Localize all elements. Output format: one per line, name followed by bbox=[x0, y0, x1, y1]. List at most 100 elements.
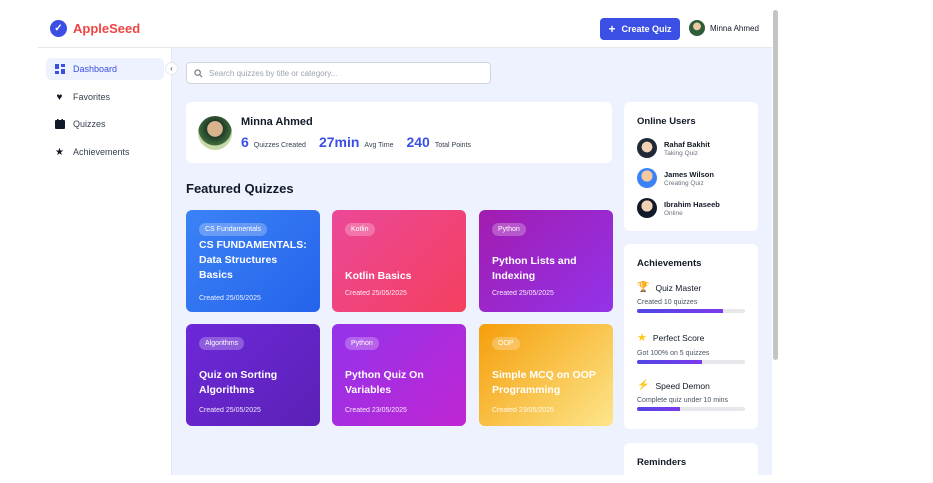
quiz-title: CS FUNDAMENTALS: Data Structures Basics bbox=[199, 239, 307, 281]
achievement-desc: Got 100% on 5 quizzes bbox=[637, 350, 710, 357]
sidebar-item-favorites[interactable]: ♥ Favorites bbox=[46, 86, 164, 108]
quiz-card[interactable]: Kotlin Kotlin Basics Created 25/05/2025 bbox=[332, 210, 466, 312]
online-user[interactable]: Ibrahim Haseeb Online bbox=[637, 198, 720, 218]
achievement-progress bbox=[637, 407, 745, 411]
scrollbar[interactable] bbox=[773, 10, 778, 360]
quiz-card[interactable]: CS Fundamentals CS FUNDAMENTALS: Data St… bbox=[186, 210, 320, 312]
stat-label: Quizzes Created bbox=[253, 142, 306, 149]
quiz-date: Created 23/05/2025 bbox=[492, 407, 554, 414]
quiz-title: Kotlin Basics bbox=[345, 270, 412, 282]
quiz-date: Created 23/05/2025 bbox=[345, 407, 407, 414]
user-status: Online bbox=[664, 209, 683, 217]
top-bar: ✓ AppleSeed + Create Quiz Minna Ahmed bbox=[38, 10, 772, 48]
calendar-icon bbox=[54, 119, 65, 130]
achievement-desc: Complete quiz under 10 mins bbox=[637, 397, 729, 404]
panel-title: Online Users bbox=[637, 116, 696, 127]
quiz-date: Created 25/05/2025 bbox=[345, 290, 407, 297]
search-icon bbox=[194, 68, 203, 77]
quiz-date: Created 25/05/2025 bbox=[199, 295, 261, 302]
profile-name: Minna Ahmed bbox=[241, 116, 313, 128]
quiz-tag: Python bbox=[345, 337, 379, 350]
quiz-tag: Kotlin bbox=[345, 223, 375, 236]
quiz-tag: OOP bbox=[492, 337, 520, 350]
stat-value: 240 bbox=[406, 134, 430, 150]
plus-icon: + bbox=[608, 22, 616, 36]
stat-label: Total Points bbox=[434, 142, 472, 149]
sidebar: Dashboard ♥ Favorites Quizzes ★ Achievem… bbox=[38, 48, 172, 475]
quiz-title: Quiz on Sorting Algorithms bbox=[199, 369, 278, 396]
sidebar-item-label: Quizzes bbox=[73, 119, 106, 129]
star-icon: ★ bbox=[55, 146, 64, 158]
sidebar-item-quizzes[interactable]: Quizzes bbox=[46, 113, 164, 135]
search-input[interactable]: Search quizzes by title or category... bbox=[186, 62, 491, 84]
stat-value: 27min bbox=[318, 134, 360, 150]
quiz-tag: Algorithms bbox=[199, 337, 245, 350]
achievements-panel: Achievements 🏆 Quiz Master Created 10 qu… bbox=[624, 244, 758, 429]
avatar bbox=[637, 168, 657, 188]
sidebar-item-achievements[interactable]: ★ Achievements bbox=[46, 141, 164, 163]
user-name: James Wilson bbox=[664, 169, 714, 179]
star-icon: ★ bbox=[637, 332, 647, 344]
achievement-item: ⚡ Speed Demon Complete quiz under 10 min… bbox=[637, 380, 745, 411]
quiz-title: Simple MCQ on OOP Programming bbox=[492, 369, 596, 396]
quiz-title: Python Quiz On Variables bbox=[345, 369, 424, 396]
user-name: Rahaf Bakhit bbox=[664, 139, 710, 149]
app-name: AppleSeed bbox=[73, 21, 141, 36]
quiz-date: Created 25/05/2025 bbox=[199, 407, 261, 414]
dashboard-icon bbox=[54, 64, 65, 75]
create-quiz-button[interactable]: + Create Quiz bbox=[600, 18, 680, 40]
avatar bbox=[198, 116, 232, 150]
quiz-card[interactable]: Algorithms Quiz on Sorting Algorithms Cr… bbox=[186, 324, 320, 426]
quiz-title: Python Lists and Indexing bbox=[492, 255, 577, 282]
lightning-icon: ⚡ bbox=[637, 380, 650, 391]
search-placeholder: Search quizzes by title or category... bbox=[209, 68, 338, 78]
sidebar-item-label: Dashboard bbox=[73, 64, 118, 74]
user-status: Creating Quiz bbox=[664, 179, 704, 187]
reminders-panel: Reminders bbox=[624, 443, 758, 475]
user-name: Ibrahim Haseeb bbox=[664, 199, 720, 209]
achievement-progress bbox=[637, 309, 745, 313]
online-user[interactable]: James Wilson Creating Quiz bbox=[637, 168, 714, 188]
quiz-date: Created 25/05/2025 bbox=[492, 290, 554, 297]
user-menu[interactable]: Minna Ahmed bbox=[689, 20, 759, 36]
quiz-tag: CS Fundamentals bbox=[199, 223, 268, 236]
quiz-card[interactable]: Python Python Lists and Indexing Created… bbox=[479, 210, 613, 312]
achievement-item: ★ Perfect Score Got 100% on 5 quizzes bbox=[637, 331, 745, 364]
user-status: Taking Quiz bbox=[664, 149, 698, 157]
progress-fill bbox=[637, 309, 724, 313]
online-user[interactable]: Rahaf Bakhit Taking Quiz bbox=[637, 138, 710, 158]
achievement-progress bbox=[637, 360, 745, 364]
quiz-tag: Python bbox=[492, 223, 526, 236]
avatar bbox=[637, 138, 657, 158]
achievement-desc: Created 10 quizzes bbox=[637, 299, 698, 306]
achievement-name: Perfect Score bbox=[652, 332, 705, 343]
logo[interactable]: ✓ AppleSeed bbox=[50, 20, 140, 37]
online-users-panel: Online Users Rahaf Bakhit Taking Quiz Ja… bbox=[624, 102, 758, 231]
achievement-name: Quiz Master bbox=[655, 282, 702, 293]
logo-check-icon: ✓ bbox=[50, 20, 67, 37]
progress-fill bbox=[637, 407, 681, 411]
user-name: Minna Ahmed bbox=[710, 23, 759, 33]
progress-fill bbox=[637, 360, 702, 364]
stat-label: Avg Time bbox=[364, 142, 394, 149]
create-quiz-label: Create Quiz bbox=[621, 24, 672, 34]
featured-title: Featured Quizzes bbox=[186, 181, 294, 196]
app-window: ✓ AppleSeed + Create Quiz Minna Ahmed Da… bbox=[38, 10, 772, 475]
panel-title: Reminders bbox=[637, 457, 687, 468]
achievement-name: Speed Demon bbox=[655, 380, 710, 391]
avatar bbox=[689, 20, 705, 36]
profile-card: Minna Ahmed 6 Quizzes Created 27min Avg … bbox=[186, 102, 612, 163]
quiz-card[interactable]: Python Python Quiz On Variables Created … bbox=[332, 324, 466, 426]
stat-value: 6 bbox=[241, 134, 249, 150]
collapse-sidebar-button[interactable]: ‹ bbox=[165, 62, 178, 75]
profile-stats: 6 Quizzes Created 27min Avg Time 240 Tot… bbox=[241, 134, 479, 150]
sidebar-item-dashboard[interactable]: Dashboard bbox=[46, 58, 164, 80]
heart-icon: ♥ bbox=[56, 91, 63, 103]
avatar bbox=[637, 198, 657, 218]
quiz-card[interactable]: OOP Simple MCQ on OOP Programming Create… bbox=[479, 324, 613, 426]
sidebar-item-label: Achievements bbox=[73, 147, 130, 157]
achievement-item: 🏆 Quiz Master Created 10 quizzes bbox=[637, 282, 745, 313]
panel-title: Achievements bbox=[637, 258, 702, 269]
trophy-icon: 🏆 bbox=[637, 282, 650, 293]
chevron-left-icon: ‹ bbox=[170, 64, 173, 73]
